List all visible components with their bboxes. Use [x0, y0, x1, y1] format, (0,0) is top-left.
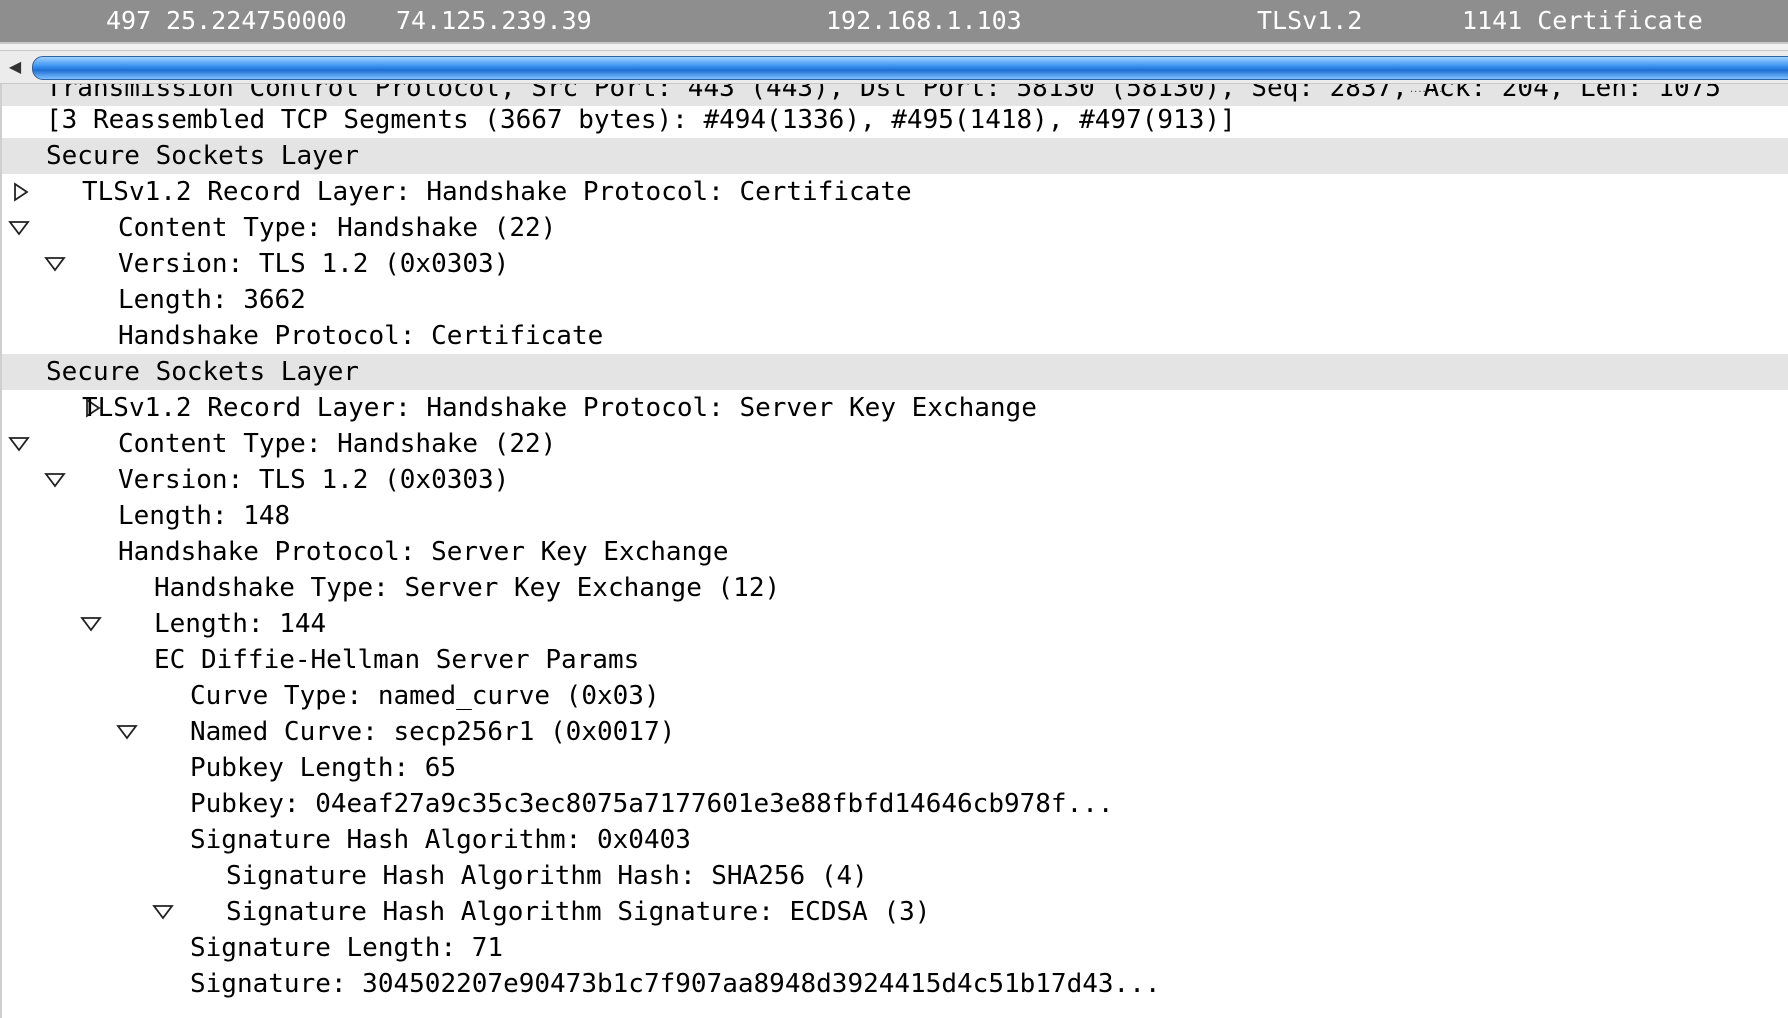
packet-destination: 192.168.1.103	[826, 6, 1022, 35]
packet-source: 74.125.239.39	[396, 6, 592, 35]
tree-item-reassembled-segments[interactable]: [3 Reassembled TCP Segments (3667 bytes)…	[2, 102, 1788, 202]
tree-item-label: Length: 3662	[118, 285, 306, 315]
tree-item-pubkey-length[interactable]: Pubkey Length: 65	[2, 750, 1788, 786]
scroll-left-arrow-icon[interactable]: ◀	[4, 57, 26, 77]
tree-item-label: Content Type: Handshake (22)	[118, 213, 557, 243]
tree-item-handshake-ske[interactable]: Handshake Protocol: Server Key Exchange	[2, 534, 1788, 632]
triangle-down-icon[interactable]	[8, 362, 30, 452]
tree-item-record-layer-ske[interactable]: TLSv1.2 Record Layer: Handshake Protocol…	[2, 390, 1788, 488]
tree-item-label: [3 Reassembled TCP Segments (3667 bytes)…	[46, 105, 1236, 135]
tree-item-label: Pubkey Length: 65	[190, 753, 457, 783]
tree-item-label: Signature: 304502207e90473b1c7f907aa8948…	[190, 969, 1161, 999]
packet-info: 1141 Certificate	[1462, 6, 1703, 35]
tree-item-curve-type[interactable]: Curve Type: named_curve (0x03)	[2, 678, 1788, 714]
tree-item-ssl-1[interactable]: Secure Sockets Layer	[2, 138, 1788, 236]
scroll-thumb[interactable]	[32, 56, 1788, 80]
tree-item-label: TLSv1.2 Record Layer: Handshake Protocol…	[82, 393, 1037, 423]
tree-item-label: Pubkey: 04eaf27a9c35c3ec8075a7177601e3e8…	[190, 789, 1114, 819]
tree-item-handshake-type[interactable]: Handshake Type: Server Key Exchange (12)	[2, 570, 1788, 606]
triangle-down-icon[interactable]	[152, 830, 174, 920]
tree-item-ecdh-params[interactable]: EC Diffie-Hellman Server Params	[2, 642, 1788, 740]
tree-item-label: Handshake Protocol: Certificate	[118, 321, 604, 351]
tree-item-sig-hash-alg[interactable]: Signature Hash Algorithm: 0x0403	[2, 822, 1788, 920]
triangle-down-icon[interactable]	[44, 398, 66, 488]
tree-item-ssl-2[interactable]: Secure Sockets Layer	[2, 354, 1788, 452]
tree-item-pubkey[interactable]: Pubkey: 04eaf27a9c35c3ec8075a7177601e3e8…	[2, 786, 1788, 822]
triangle-down-icon[interactable]	[44, 182, 66, 272]
tree-item-label: Length: 148	[118, 501, 291, 531]
tree-item-content-type[interactable]: Content Type: Handshake (22)	[2, 426, 1788, 462]
tree-item-label: Version: TLS 1.2 (0x0303)	[118, 465, 510, 495]
tree-item-version[interactable]: Version: TLS 1.2 (0x0303)	[2, 462, 1788, 498]
packet-details-tree: Transmission Control Protocol, Src Port:…	[0, 84, 1788, 1018]
tree-item-length[interactable]: Length: 144	[2, 606, 1788, 642]
tree-item-label: Secure Sockets Layer	[46, 357, 360, 387]
tree-item-sig-hash-alg-signature[interactable]: Signature Hash Algorithm Signature: ECDS…	[2, 894, 1788, 930]
triangle-right-icon[interactable]	[12, 110, 32, 202]
tree-item-content-type[interactable]: Content Type: Handshake (22)	[2, 210, 1788, 246]
triangle-down-icon[interactable]	[8, 146, 30, 236]
triangle-right-icon[interactable]	[84, 326, 104, 418]
tree-item-label: Version: TLS 1.2 (0x0303)	[118, 249, 510, 279]
tree-item-label: Signature Hash Algorithm: 0x0403	[190, 825, 691, 855]
packet-protocol: TLSv1.2	[1257, 6, 1363, 35]
packet-time: 25.224750000	[166, 6, 347, 35]
tree-item-handshake-certificate[interactable]: Handshake Protocol: Certificate	[2, 318, 1788, 418]
tree-item-label: Handshake Type: Server Key Exchange (12)	[154, 573, 781, 603]
tree-item-label: Signature Length: 71	[190, 933, 504, 963]
packet-number: 497	[106, 6, 152, 35]
tree-item-named-curve[interactable]: Named Curve: secp256r1 (0x0017)	[2, 714, 1788, 750]
tree-item-version[interactable]: Version: TLS 1.2 (0x0303)	[2, 246, 1788, 282]
pane-resize-grip[interactable]: ........	[1410, 84, 1443, 95]
tree-item-signature-length[interactable]: Signature Length: 71	[2, 930, 1788, 966]
triangle-down-icon[interactable]	[80, 542, 102, 632]
tree-item-label: Named Curve: secp256r1 (0x0017)	[190, 717, 676, 747]
horizontal-scrollbar[interactable]: ◀	[0, 50, 1788, 84]
tree-item-signature[interactable]: Signature: 304502207e90473b1c7f907aa8948…	[2, 966, 1788, 1002]
tree-item-label: Secure Sockets Layer	[46, 141, 360, 171]
tree-item-sig-hash-alg-hash[interactable]: Signature Hash Algorithm Hash: SHA256 (4…	[2, 858, 1788, 894]
tree-item-label: Signature Hash Algorithm Hash: SHA256 (4…	[226, 861, 868, 891]
tree-item-label: Curve Type: named_curve (0x03)	[190, 681, 660, 711]
tree-item-label: Content Type: Handshake (22)	[118, 429, 557, 459]
tree-item-label: Handshake Protocol: Server Key Exchange	[118, 537, 729, 567]
triangle-right-icon[interactable]	[12, 84, 32, 170]
tree-item-length[interactable]: Length: 3662	[2, 282, 1788, 318]
tree-item-label: EC Diffie-Hellman Server Params	[154, 645, 640, 675]
packet-list-selected-row[interactable]: 497 25.224750000 74.125.239.39 192.168.1…	[0, 0, 1788, 44]
tree-item-label: Length: 144	[154, 609, 327, 639]
tree-item-label: TLSv1.2 Record Layer: Handshake Protocol…	[82, 177, 912, 207]
tree-item-label: Signature Hash Algorithm Signature: ECDS…	[226, 897, 931, 927]
tree-item-record-layer-certificate[interactable]: TLSv1.2 Record Layer: Handshake Protocol…	[2, 174, 1788, 272]
tree-item-length[interactable]: Length: 148	[2, 498, 1788, 534]
triangle-down-icon[interactable]	[116, 650, 138, 740]
